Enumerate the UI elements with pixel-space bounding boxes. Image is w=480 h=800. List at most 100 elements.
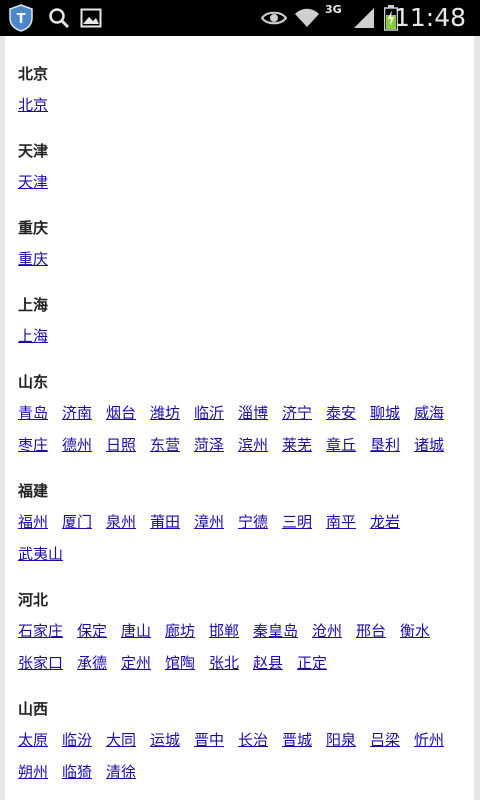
province-heading: 福建 — [18, 482, 49, 500]
city-link[interactable]: 武夷山 — [18, 543, 63, 565]
city-link[interactable]: 淄博 — [238, 402, 268, 424]
city-link[interactable]: 莱芜 — [282, 434, 312, 456]
city-link[interactable]: 菏泽 — [194, 434, 224, 456]
city-link-row: 武夷山 — [18, 543, 468, 575]
city-link[interactable]: 沧州 — [312, 620, 342, 642]
city-link[interactable]: 临猗 — [62, 761, 92, 783]
city-link[interactable]: 东营 — [150, 434, 180, 456]
city-link-list: 北京 — [18, 94, 468, 126]
city-link[interactable]: 阳泉 — [326, 729, 356, 751]
city-link[interactable]: 垦利 — [370, 434, 400, 456]
city-link[interactable]: 枣庄 — [18, 434, 48, 456]
city-link-list: 上海 — [18, 325, 468, 357]
city-link[interactable]: 运城 — [150, 729, 180, 751]
city-link[interactable]: 吕梁 — [370, 729, 400, 751]
shield-app-icon: T — [6, 0, 36, 36]
city-link[interactable]: 漳州 — [194, 511, 224, 533]
city-link[interactable]: 馆陶 — [165, 652, 195, 674]
city-link[interactable]: 重庆 — [18, 248, 48, 270]
province-heading: 山东 — [18, 373, 49, 391]
city-link[interactable]: 清徐 — [106, 761, 136, 783]
wifi-icon — [292, 0, 322, 36]
city-list-page: 北京 北京 天津 天津 重庆 重庆 上海 上海 山东 青岛 济南 烟台 潍坊 临沂 淄博 济宁 泰安 聊城 威海 枣庄… — [5, 36, 474, 800]
city-link[interactable]: 衡水 — [400, 620, 430, 642]
city-link[interactable]: 保定 — [77, 620, 107, 642]
province-section: 重庆 重庆 — [18, 216, 468, 268]
city-link[interactable]: 厦门 — [62, 511, 92, 533]
signal-icon — [350, 0, 378, 36]
province-section: 北京 北京 — [18, 62, 468, 114]
eye-icon — [260, 0, 288, 36]
city-link-row: 青岛 济南 烟台 潍坊 临沂 淄博 济宁 泰安 聊城 威海 — [18, 402, 468, 434]
city-link[interactable]: 张家口 — [18, 652, 63, 674]
province-section: 河北 石家庄 保定 唐山 廊坊 邯郸 秦皇岛 沧州 邢台 衡水 张家口 承德 定州 馆陶 张北 赵县 正定 — [18, 588, 468, 672]
city-link[interactable]: 承德 — [77, 652, 107, 674]
city-link[interactable]: 诸城 — [414, 434, 444, 456]
city-link[interactable]: 正定 — [297, 652, 327, 674]
city-link[interactable]: 泉州 — [106, 511, 136, 533]
city-link-row: 张家口 承德 定州 馆陶 张北 赵县 正定 — [18, 652, 468, 684]
city-link[interactable]: 长治 — [238, 729, 268, 751]
network-type-label: 3G — [325, 3, 342, 16]
city-link[interactable]: 聊城 — [370, 402, 400, 424]
city-link[interactable]: 青岛 — [18, 402, 48, 424]
city-link[interactable]: 临沂 — [194, 402, 224, 424]
province-section: 山东 青岛 济南 烟台 潍坊 临沂 淄博 济宁 泰安 聊城 威海 枣庄 德州 日照 东营 菏泽 滨州 莱芜 章丘 垦利… — [18, 370, 468, 454]
city-link[interactable]: 北京 — [18, 94, 48, 116]
city-link-row: 枣庄 德州 日照 东营 菏泽 滨州 莱芜 章丘 垦利 诸城 — [18, 434, 468, 466]
city-link-list: 重庆 — [18, 248, 468, 280]
city-link[interactable]: 晋中 — [194, 729, 224, 751]
city-link[interactable]: 潍坊 — [150, 402, 180, 424]
city-link[interactable]: 秦皇岛 — [253, 620, 298, 642]
province-heading: 山西 — [18, 700, 49, 718]
city-link[interactable]: 晋城 — [282, 729, 312, 751]
city-link-row: 福州 厦门 泉州 莆田 漳州 宁德 三明 南平 龙岩 — [18, 511, 468, 543]
city-link-list: 石家庄 保定 唐山 廊坊 邯郸 秦皇岛 沧州 邢台 衡水 张家口 承德 定州 馆陶 张北 赵县 正定 — [18, 620, 468, 684]
province-heading: 重庆 — [18, 219, 49, 237]
city-link[interactable]: 太原 — [18, 729, 48, 751]
city-link-list: 天津 — [18, 171, 468, 203]
city-link[interactable]: 大同 — [106, 729, 136, 751]
city-link[interactable]: 张北 — [209, 652, 239, 674]
city-link[interactable]: 烟台 — [106, 402, 136, 424]
city-link[interactable]: 南平 — [326, 511, 356, 533]
province-section: 福建 福州 厦门 泉州 莆田 漳州 宁德 三明 南平 龙岩 武夷山 — [18, 479, 468, 563]
city-link[interactable]: 三明 — [282, 511, 312, 533]
city-link[interactable]: 福州 — [18, 511, 48, 533]
city-link[interactable]: 上海 — [18, 325, 48, 347]
province-heading: 北京 — [18, 65, 49, 83]
city-link[interactable]: 莆田 — [150, 511, 180, 533]
city-link[interactable]: 威海 — [414, 402, 444, 424]
city-link[interactable]: 邢台 — [356, 620, 386, 642]
city-link[interactable]: 廊坊 — [165, 620, 195, 642]
city-link[interactable]: 滨州 — [238, 434, 268, 456]
city-link[interactable]: 泰安 — [326, 402, 356, 424]
city-link[interactable]: 临汾 — [62, 729, 92, 751]
city-link-list: 太原 临汾 大同 运城 晋中 长治 晋城 阳泉 吕梁 忻州朔州 临猗 清徐 — [18, 729, 468, 793]
city-link[interactable]: 赵县 — [253, 652, 283, 674]
status-bar: T 3G 11:48 — [0, 0, 480, 36]
city-link[interactable]: 济南 — [62, 402, 92, 424]
city-link-row: 石家庄 保定 唐山 廊坊 邯郸 秦皇岛 沧州 邢台 衡水 — [18, 620, 468, 652]
clock: 11:48 — [393, 3, 466, 32]
city-link[interactable]: 朔州 — [18, 761, 48, 783]
city-link[interactable]: 石家庄 — [18, 620, 63, 642]
city-link[interactable]: 龙岩 — [370, 511, 400, 533]
city-link[interactable]: 唐山 — [121, 620, 151, 642]
city-link[interactable]: 宁德 — [238, 511, 268, 533]
city-link[interactable]: 济宁 — [282, 402, 312, 424]
city-link[interactable]: 天津 — [18, 171, 48, 193]
province-heading: 河北 — [18, 591, 49, 609]
province-heading: 上海 — [18, 296, 49, 314]
city-link-list: 青岛 济南 烟台 潍坊 临沂 淄博 济宁 泰安 聊城 威海 枣庄 德州 日照 东营 菏泽 滨州 莱芜 章丘 垦利 诸城 — [18, 402, 468, 466]
city-link[interactable]: 日照 — [106, 434, 136, 456]
city-link-list: 福州 厦门 泉州 莆田 漳州 宁德 三明 南平 龙岩 武夷山 — [18, 511, 468, 575]
city-link[interactable]: 邯郸 — [209, 620, 239, 642]
city-link[interactable]: 章丘 — [326, 434, 356, 456]
city-link-row: 上海 — [18, 325, 468, 357]
province-section: 山西太原 临汾 大同 运城 晋中 长治 晋城 阳泉 吕梁 忻州朔州 临猗 清徐 — [18, 697, 468, 781]
city-link[interactable]: 定州 — [121, 652, 151, 674]
city-link[interactable]: 忻州 — [414, 729, 444, 751]
city-link[interactable]: 德州 — [62, 434, 92, 456]
city-link-row: 北京 — [18, 94, 468, 126]
